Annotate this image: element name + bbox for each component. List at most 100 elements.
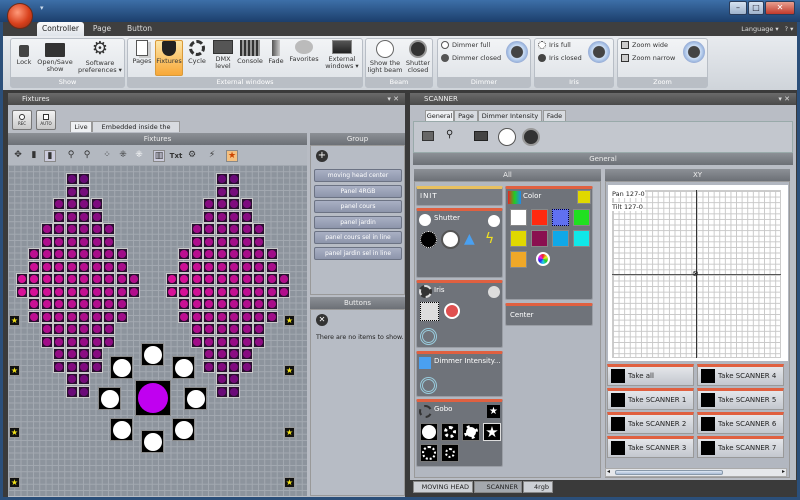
fixture-cell[interactable] [203,323,215,335]
fixture-cell[interactable] [215,335,228,348]
iris-full-button[interactable]: Iris full [538,40,571,50]
fixture-cell[interactable] [203,335,215,348]
fixture-cell[interactable] [65,348,78,360]
fixture-cell[interactable] [40,323,53,335]
fixture-cell[interactable] [115,273,128,285]
pages-button[interactable]: Pages [130,40,154,65]
mouse-select-icon[interactable]: ▮ [44,150,56,162]
fixture-cell[interactable] [253,285,265,298]
cycle-button[interactable]: Cycle [184,40,210,65]
fixture-cell[interactable] [53,223,65,235]
fixture-cell[interactable] [128,273,140,285]
fixture-cell[interactable] [53,348,65,360]
fixture-cell[interactable] [265,260,278,273]
fixture-cell[interactable] [65,173,78,185]
fixture-cell[interactable] [78,360,90,373]
open-save-show-button[interactable]: Open/Save show [37,40,73,73]
fixture-cell[interactable] [215,273,228,285]
fixture-cell[interactable] [215,285,228,298]
color-swatch[interactable] [552,209,569,226]
fixture-cell[interactable] [265,298,278,310]
dimmer-knob[interactable] [420,377,437,394]
fixture-cell[interactable] [253,260,265,273]
magic-wand-icon[interactable]: ⚡ [206,150,218,160]
group-item[interactable]: Panel 4RGB [314,184,402,198]
fixture-cell[interactable] [228,373,240,385]
fixture-cell[interactable] [103,323,115,335]
scroll-right-icon[interactable]: ▸ [782,468,785,475]
settings-icon[interactable]: ⚙ [186,150,198,160]
fixture-cell[interactable] [78,285,90,298]
white-fixture[interactable] [110,356,133,379]
fixture-cell[interactable] [40,235,53,248]
iris-knob[interactable] [420,328,437,345]
zoom-wide-button[interactable]: Zoom wide [621,40,668,50]
fixture-cell[interactable] [253,273,265,285]
fixture-cell[interactable] [28,260,40,273]
fixture-cell[interactable] [228,285,240,298]
close-shutter-icon[interactable] [522,128,540,146]
fixture-cell[interactable] [215,173,228,185]
search-icon[interactable]: ⚲ [446,129,453,140]
white-fixture[interactable] [172,418,195,441]
fixture-cell[interactable] [115,260,128,273]
fixture-cell[interactable] [215,360,228,373]
dimmer-full-button[interactable]: Dimmer full [441,40,490,50]
gobo-star-option[interactable]: ★ [483,423,501,441]
color-swatch[interactable] [510,209,527,226]
fixture-cell[interactable] [65,198,78,210]
fixture-cell[interactable] [65,210,78,223]
maximize-button[interactable]: □ [748,1,764,15]
fixture-cell[interactable] [78,235,90,248]
fixture-cell[interactable] [28,273,40,285]
fixture-cell[interactable] [228,198,240,210]
fixture-cell[interactable] [215,310,228,323]
favorite-fixture-icon[interactable]: ★ [226,150,238,162]
color-picker-icon[interactable] [536,252,550,266]
lightning-icon[interactable]: ϟ [485,231,494,247]
fixture-cell[interactable] [253,335,265,348]
fixture-cell[interactable] [103,285,115,298]
fixture-cell[interactable] [253,235,265,248]
color-swatch[interactable] [510,251,527,268]
fixture-cell[interactable] [90,223,103,235]
fixture-cell[interactable] [78,298,90,310]
fixture-cell[interactable] [240,310,253,323]
mouse-icon[interactable]: ▮ [28,150,40,160]
fixture-cell[interactable] [190,260,203,273]
color-swatch[interactable] [573,230,590,247]
fixture-cell[interactable] [53,198,65,210]
dimmer-knob[interactable] [506,41,528,63]
fixture-cell[interactable] [65,385,78,398]
fixture-cell[interactable] [278,273,290,285]
fixture-cell[interactable] [65,248,78,260]
fixture-cell[interactable] [53,335,65,348]
fixture-cell[interactable] [90,260,103,273]
init-card[interactable]: INIT [416,186,503,206]
screen-icon[interactable] [422,131,434,141]
fixture-cell[interactable] [53,235,65,248]
app-menu-orb[interactable] [7,3,33,29]
gobo-open-option[interactable] [420,423,438,441]
panel-pin-close-icons[interactable]: ▾ ✕ [387,93,399,105]
fixture-cell[interactable] [53,273,65,285]
fixture-cell[interactable] [178,298,190,310]
tab-dimmer-intensity[interactable]: Dimmer Intensity #1 [478,110,542,130]
fixture-cell[interactable] [40,223,53,235]
fixture-cell[interactable] [203,285,215,298]
select-all-icon[interactable]: ⁘ [101,150,113,160]
fixture-cell[interactable] [265,285,278,298]
color-swatch[interactable] [531,209,548,226]
fixture-cell[interactable] [228,173,240,185]
fixture-cell[interactable] [228,335,240,348]
star-fixture-icon[interactable]: ★ [9,315,20,326]
gobo-scatter-option[interactable] [441,444,459,462]
fixture-cell[interactable] [90,285,103,298]
fixture-cell[interactable] [78,348,90,360]
fixture-cell[interactable] [65,373,78,385]
panel-pin-close-icons[interactable]: ▾ ✕ [778,93,790,105]
fixture-cell[interactable] [253,223,265,235]
fixture-cell[interactable] [165,273,178,285]
fixture-cell[interactable] [215,260,228,273]
move-icon[interactable]: ✥ [12,150,24,160]
